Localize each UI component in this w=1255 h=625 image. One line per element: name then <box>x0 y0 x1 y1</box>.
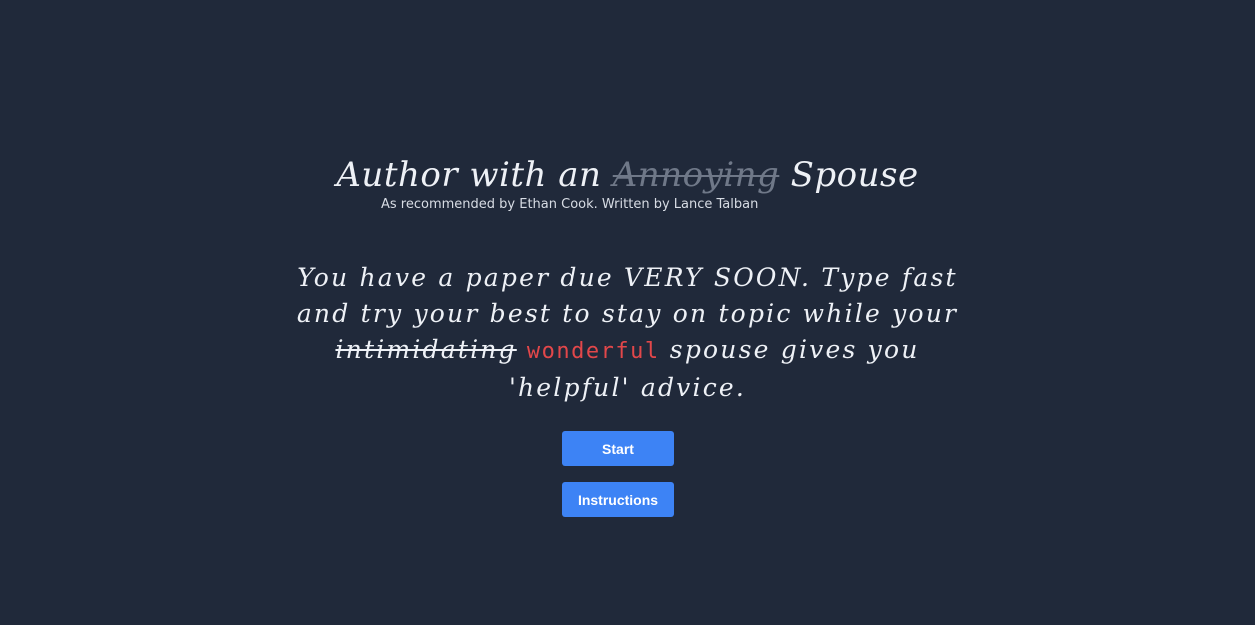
subtitle-credits: As recommended by Ethan Cook. Written by… <box>381 197 759 212</box>
title-text-before: Author with an <box>336 155 613 195</box>
game-description: You have a paper due VERY SOON. Type fas… <box>290 260 965 406</box>
description-text-part1: You have a paper due VERY SOON. Type fas… <box>296 263 959 328</box>
instructions-button[interactable]: Instructions <box>562 482 674 517</box>
title-text-after: Spouse <box>779 155 919 195</box>
description-accent-word: wonderful <box>526 339 660 364</box>
description-struck-word: intimidating <box>335 335 517 364</box>
start-button[interactable]: Start <box>562 431 674 466</box>
title-struck-word: Annoying <box>612 155 780 195</box>
game-start-screen: Author with an Annoying Spouse As recomm… <box>0 0 1255 625</box>
game-title: Author with an Annoying Spouse <box>0 150 1255 200</box>
